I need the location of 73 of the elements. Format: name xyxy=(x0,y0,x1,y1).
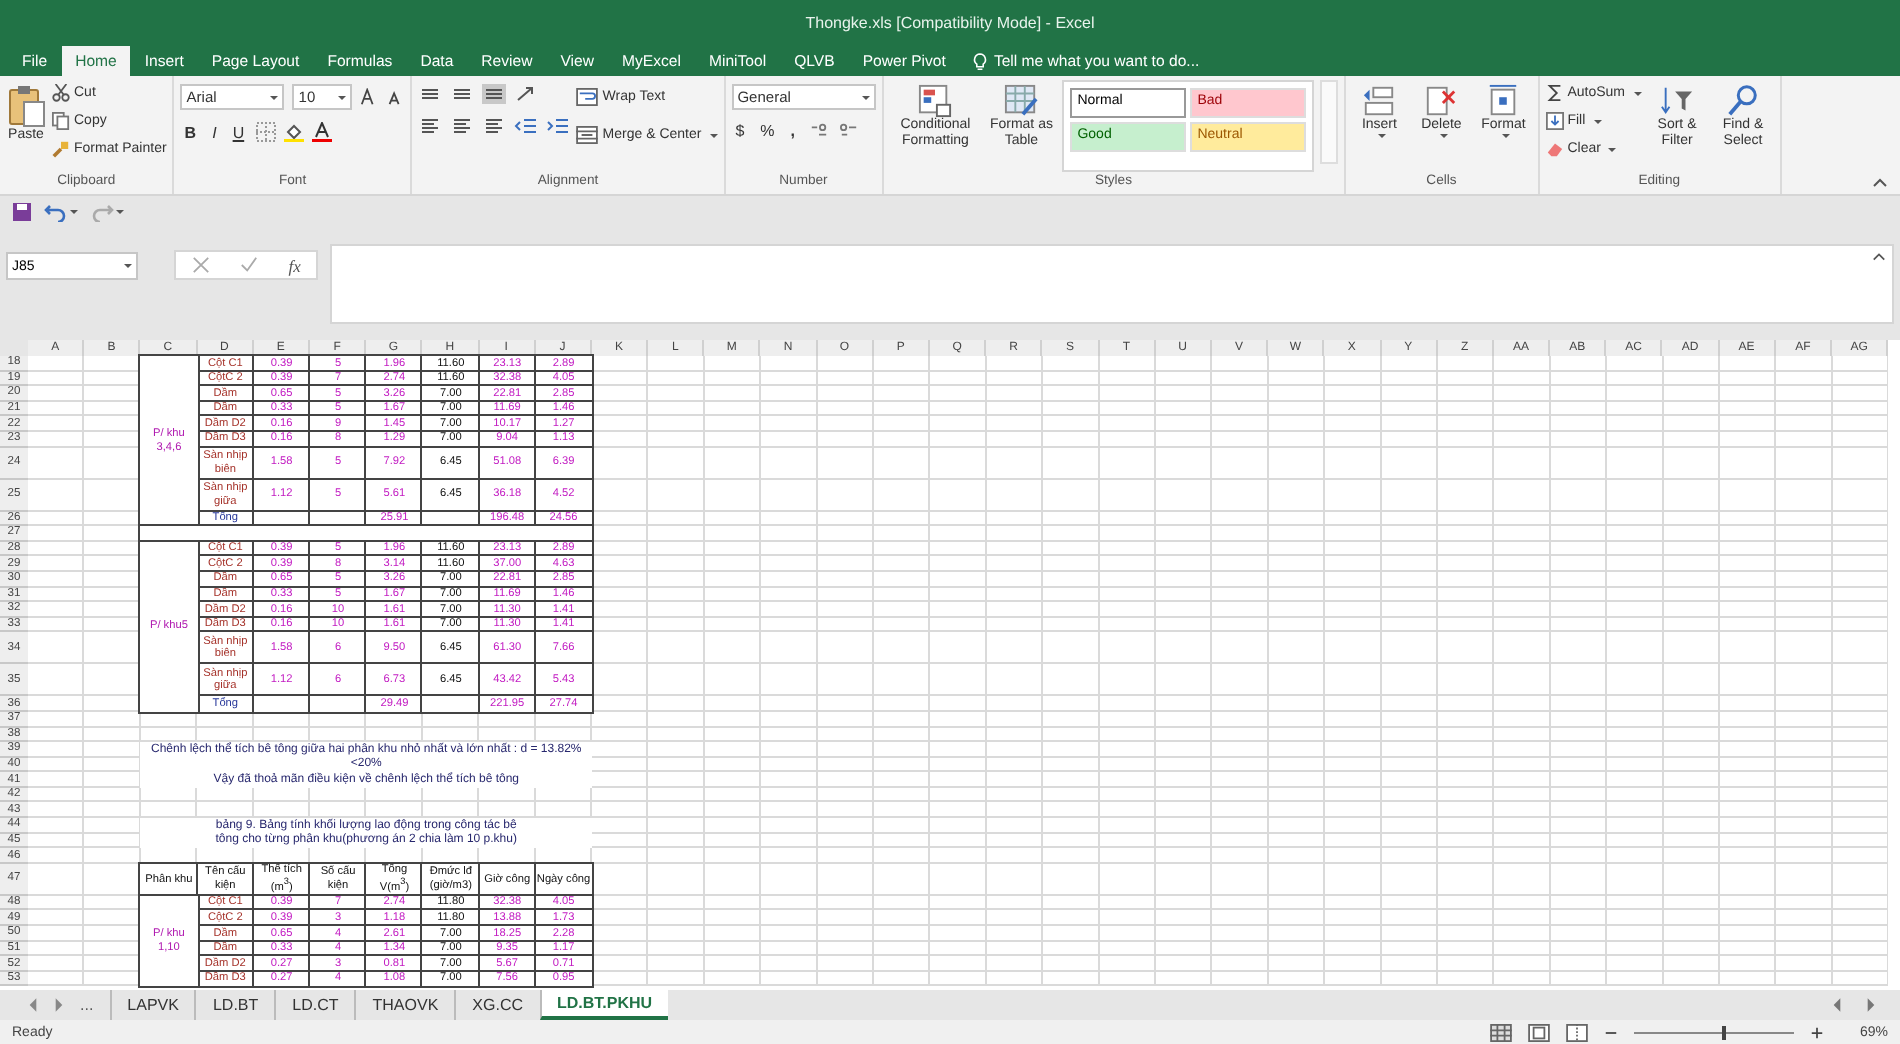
insert-function-button[interactable]: fx xyxy=(288,255,301,275)
caret-icon xyxy=(124,264,132,268)
save-icon[interactable] xyxy=(12,202,32,222)
caret-icon xyxy=(270,95,279,99)
grow-font-icon[interactable] xyxy=(360,88,379,106)
percent-button[interactable]: % xyxy=(756,122,779,140)
caret-icon xyxy=(1593,119,1602,123)
magnifier-icon xyxy=(1726,84,1761,118)
caret-icon xyxy=(1633,91,1642,95)
bold-button[interactable]: B xyxy=(180,123,201,141)
merge-cells-icon xyxy=(576,126,599,144)
format-cells-icon xyxy=(1486,84,1521,118)
align-lines-icon[interactable] xyxy=(482,84,507,104)
sort-filter-icon xyxy=(1660,84,1695,118)
lightbulb-icon xyxy=(971,51,988,71)
comma-button[interactable]: , xyxy=(786,122,800,140)
scroll-left-icon[interactable] xyxy=(1832,998,1842,1012)
underline-button[interactable]: U xyxy=(228,123,249,141)
table-cell xyxy=(422,696,479,712)
align-lines-icon[interactable] xyxy=(450,84,475,104)
copy-icon xyxy=(52,112,70,130)
wrap-text-icon xyxy=(576,88,599,106)
caret-icon xyxy=(1439,134,1448,139)
increase-indent-icon[interactable] xyxy=(546,116,571,136)
align-lines-icon[interactable] xyxy=(418,116,443,136)
caret-icon[interactable] xyxy=(70,210,78,214)
sigma-icon xyxy=(1545,84,1564,102)
caret-icon xyxy=(1377,134,1386,139)
shrink-font-icon[interactable] xyxy=(386,88,405,106)
align-lines-icon[interactable] xyxy=(450,116,475,136)
borders-icon[interactable] xyxy=(256,122,277,142)
fill-color-icon[interactable] xyxy=(284,122,305,142)
paintbrush-icon xyxy=(52,140,70,158)
caret-icon xyxy=(1501,134,1510,139)
align-lines-icon[interactable] xyxy=(482,116,507,136)
undo-icon[interactable] xyxy=(44,202,68,222)
align-lines-icon[interactable] xyxy=(418,84,443,104)
collapse-ribbon-icon[interactable] xyxy=(1872,178,1888,188)
formula-input[interactable] xyxy=(330,244,1894,324)
page-break-icon[interactable] xyxy=(1565,1023,1588,1041)
caret-icon xyxy=(709,133,718,137)
clipboard-icon xyxy=(6,84,46,128)
italic-button[interactable]: I xyxy=(208,123,221,141)
collapse-icon[interactable] xyxy=(1872,252,1886,262)
caret-icon xyxy=(861,95,870,99)
zoom-slider-thumb[interactable] xyxy=(1721,1025,1726,1039)
increase-decimal-icon[interactable] xyxy=(807,122,830,140)
next-sheet-icon[interactable] xyxy=(54,998,64,1012)
table-chart-icon xyxy=(918,84,953,118)
eraser-icon xyxy=(1545,140,1564,158)
fill-down-icon xyxy=(1545,112,1564,130)
sheet-tab[interactable]: LD.BT.PKHU xyxy=(539,990,669,1020)
window-title: Thongke.xls [Compatibility Mode] - Excel xyxy=(805,13,1095,31)
zoom-in-icon[interactable] xyxy=(1809,1025,1824,1039)
page-layout-icon[interactable] xyxy=(1527,1023,1550,1041)
scroll-right-icon[interactable] xyxy=(1866,998,1876,1012)
orientation-icon[interactable] xyxy=(514,84,539,104)
normal-view-icon[interactable] xyxy=(1489,1023,1512,1041)
gallery-scrollbar[interactable] xyxy=(1319,80,1338,164)
checkmark-icon[interactable] xyxy=(239,256,258,274)
caret-icon xyxy=(338,95,347,99)
table-icon xyxy=(1004,84,1039,118)
font-color-icon[interactable] xyxy=(312,122,333,142)
currency-button[interactable]: $ xyxy=(731,122,749,140)
caret-icon xyxy=(1608,147,1617,151)
scissors-icon xyxy=(52,84,70,102)
delete-cells-icon xyxy=(1424,84,1459,118)
decrease-decimal-icon[interactable] xyxy=(837,122,860,140)
more-sheets-button[interactable]: ... xyxy=(80,996,94,1014)
previous-sheet-icon[interactable] xyxy=(28,998,38,1012)
caret-icon[interactable] xyxy=(116,210,124,214)
decrease-indent-icon[interactable] xyxy=(514,116,539,136)
insert-cells-icon xyxy=(1362,84,1397,118)
